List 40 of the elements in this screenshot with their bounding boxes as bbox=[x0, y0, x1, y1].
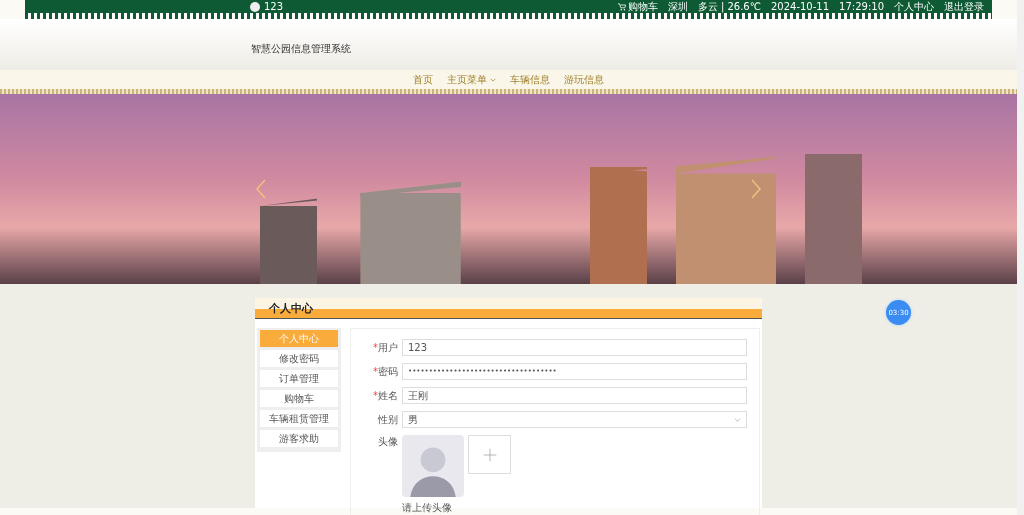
chevron-down-icon bbox=[734, 417, 741, 422]
weather-text: 多云 | 26.6℃ bbox=[697, 0, 761, 13]
avatar-icon bbox=[250, 1, 260, 12]
date-text: 2024-10-11 bbox=[770, 0, 830, 13]
select-field[interactable]: 男 bbox=[402, 411, 747, 428]
cart-link[interactable]: 购物车 bbox=[617, 0, 658, 13]
field-label: *姓名 bbox=[372, 388, 398, 403]
nav-link[interactable]: 主页菜单 bbox=[447, 72, 496, 87]
plus-icon bbox=[482, 447, 497, 462]
chevron-right-icon[interactable] bbox=[750, 179, 762, 199]
input-field[interactable]: 王刚 bbox=[402, 387, 747, 404]
city-text: 深圳 bbox=[667, 0, 688, 13]
upload-button[interactable] bbox=[468, 435, 511, 474]
chevron-left-icon[interactable] bbox=[255, 179, 267, 199]
side-menu-item[interactable]: 游客求助 bbox=[260, 430, 338, 447]
section-title: 个人中心 bbox=[255, 298, 762, 319]
site-title: 智慧公园信息管理系统 bbox=[251, 42, 352, 56]
field-label: 性别 bbox=[377, 412, 398, 427]
field-label: *密码 bbox=[372, 364, 398, 379]
photo-placeholder bbox=[402, 435, 464, 497]
side-menu-item[interactable]: 车辆租赁管理 bbox=[260, 410, 338, 427]
user-name: 123 bbox=[264, 0, 284, 13]
field-label: 头像 bbox=[377, 435, 398, 449]
scrollbar[interactable] bbox=[1017, 0, 1024, 515]
top-link[interactable]: 个人中心 bbox=[894, 0, 934, 13]
side-menu-item[interactable]: 修改密码 bbox=[260, 350, 338, 367]
side-menu-item[interactable]: 订单管理 bbox=[260, 370, 338, 387]
upload-hint: 请上传头像 bbox=[402, 501, 453, 515]
cart-icon bbox=[617, 2, 626, 11]
nav-link[interactable]: 车辆信息 bbox=[510, 72, 550, 87]
field-label: *用户 bbox=[372, 340, 398, 355]
required-mark: * bbox=[373, 365, 378, 377]
side-menu-item[interactable]: 购物车 bbox=[260, 390, 338, 407]
time-text: 17:29:10 bbox=[839, 0, 884, 13]
input-field[interactable]: 123 bbox=[402, 339, 747, 356]
nav-link[interactable]: 游玩信息 bbox=[564, 72, 604, 87]
required-mark: * bbox=[373, 389, 378, 401]
nav-link[interactable]: 首页 bbox=[413, 72, 433, 87]
top-link[interactable]: 退出登录 bbox=[944, 0, 984, 13]
required-mark: * bbox=[373, 341, 378, 353]
